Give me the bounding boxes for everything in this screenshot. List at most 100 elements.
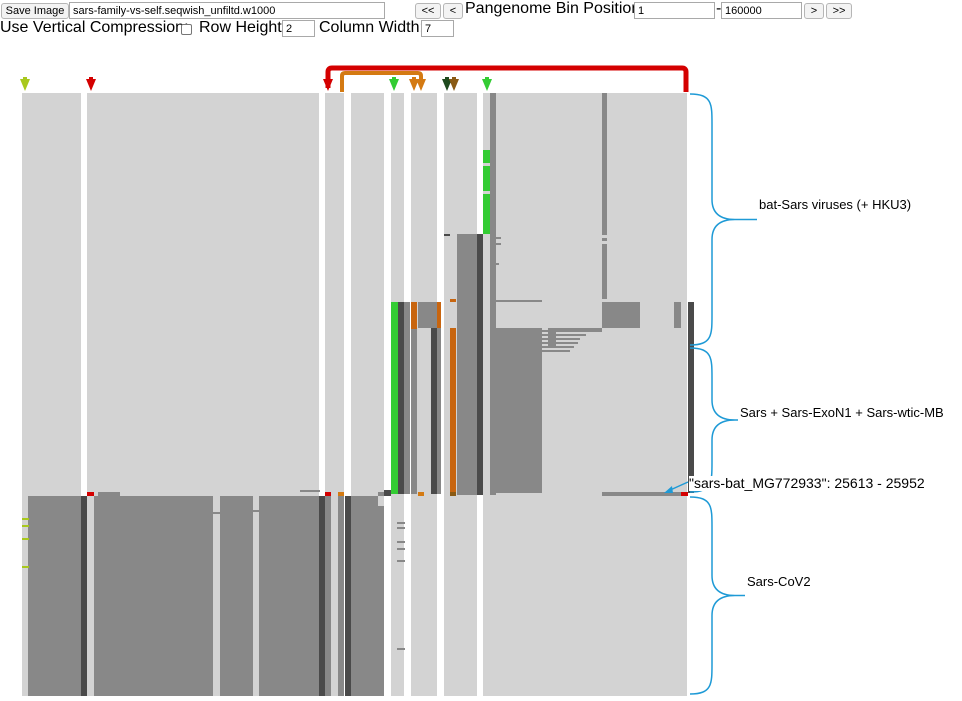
- highlight-cell: [450, 299, 456, 302]
- dataset-input[interactable]: [69, 2, 385, 19]
- group-label-bat-sars: bat-Sars viruses (+ HKU3): [759, 197, 912, 212]
- link-marker: [418, 492, 424, 496]
- matrix-cell: [345, 496, 351, 696]
- bin-end-input[interactable]: [721, 2, 802, 19]
- matrix-cell: [305, 496, 319, 696]
- highlight-cell: [22, 566, 29, 568]
- matrix-cell: [98, 492, 120, 496]
- matrix-cell: [94, 496, 213, 696]
- matrix-cell: [325, 496, 331, 696]
- matrix-cell: [384, 490, 391, 496]
- matrix-cell: [397, 548, 405, 550]
- matrix-cell: [418, 302, 424, 328]
- matrix-cell: [542, 342, 578, 344]
- group-label-sars-cov2: Sars-CoV2: [747, 574, 811, 589]
- matrix-cell: [378, 512, 384, 696]
- matrix-cell: [351, 496, 378, 696]
- link-arrow-red-stem: [89, 77, 93, 81]
- bin-position-label: Pangenome Bin Position:: [465, 0, 645, 17]
- highlight-cell: [22, 525, 29, 527]
- matrix-cells: [22, 93, 694, 696]
- matrix-cell: [397, 648, 405, 650]
- matrix-cell: [378, 506, 384, 512]
- link-marker: [87, 492, 94, 496]
- highlight-cell: [22, 538, 29, 540]
- matrix-cell: [404, 302, 410, 494]
- matrix-cell: [548, 328, 556, 348]
- column-width-input[interactable]: [421, 20, 454, 37]
- matrix-cell: [424, 302, 437, 328]
- link-marker: [681, 492, 688, 496]
- row-height-input[interactable]: [282, 20, 315, 37]
- matrix-cell: [556, 328, 602, 332]
- vertical-compression-checkbox[interactable]: [181, 24, 192, 35]
- matrix-cell: [300, 490, 320, 492]
- prev-page-button[interactable]: <: [443, 3, 463, 19]
- pangenome-matrix[interactable]: [0, 40, 962, 701]
- highlight-cell: [450, 328, 456, 492]
- last-page-button[interactable]: >>: [826, 3, 852, 19]
- link-arrow-green-stem: [485, 77, 489, 81]
- matrix-cell: [602, 235, 615, 238]
- matrix-cell: [28, 496, 81, 696]
- matrix-cell: [457, 234, 477, 495]
- matrix-cell: [398, 302, 404, 494]
- matrix-cell: [437, 302, 441, 494]
- hover-tooltip: "sars-bat_MG772933": 25613 - 25952: [689, 475, 925, 491]
- bin-start-input[interactable]: [634, 2, 715, 19]
- brace-bat-sars: [689, 93, 736, 346]
- matrix-cell: [602, 93, 607, 299]
- matrix-cell: [688, 302, 694, 493]
- link-arrow-orange-stem: [412, 77, 416, 81]
- matrix-cell: [491, 263, 499, 265]
- first-page-button[interactable]: <<: [415, 3, 441, 19]
- matrix-cell: [674, 302, 681, 328]
- link-marker: [325, 492, 331, 496]
- matrix-cell: [397, 560, 405, 562]
- matrix-cell: [411, 302, 417, 494]
- row-height-label: Row Height:: [199, 19, 287, 36]
- matrix-cell: [602, 241, 615, 244]
- matrix-cell: [397, 541, 405, 543]
- matrix-cell: [259, 496, 305, 696]
- brace-sars-cov2: [689, 496, 736, 695]
- matrix-cell: [220, 496, 253, 696]
- link-arrow-dark-green-stem: [445, 77, 449, 81]
- column-width-label: Column Width:: [319, 19, 424, 36]
- matrix-cell: [602, 302, 640, 328]
- highlight-cell: [411, 302, 417, 329]
- save-image-button[interactable]: Save Image: [1, 3, 69, 19]
- matrix-cell: [338, 496, 344, 696]
- link-marker: [450, 492, 456, 496]
- link-arrow-yellow-green-stem: [23, 77, 27, 81]
- matrix-cell: [483, 191, 490, 194]
- matrix-cell: [397, 522, 405, 524]
- highlight-cell: [391, 302, 398, 494]
- brace-sars: [689, 347, 736, 493]
- matrix-cell: [397, 527, 405, 529]
- vertical-compression-label: Use Vertical Compression:: [0, 19, 189, 36]
- highlight-cell: [437, 302, 441, 328]
- link-arc-orange: [340, 71, 423, 92]
- next-page-button[interactable]: >: [804, 3, 824, 19]
- matrix-cell: [213, 512, 220, 514]
- highlight-cell: [22, 518, 29, 520]
- matrix-cell: [542, 338, 580, 340]
- matrix-cell: [431, 328, 437, 494]
- matrix-cell: [496, 300, 542, 302]
- link-arrow-green-stem: [392, 77, 396, 81]
- matrix-cell: [491, 237, 501, 239]
- link-marker: [338, 492, 344, 496]
- matrix-cell: [253, 510, 259, 512]
- link-arrow-brown-stem: [452, 77, 456, 81]
- matrix-cell: [378, 492, 384, 496]
- matrix-cell: [491, 243, 501, 245]
- matrix-cell: [319, 496, 325, 696]
- matrix-cell: [542, 346, 574, 348]
- matrix-cell: [81, 496, 87, 696]
- matrix-cell: [491, 328, 542, 493]
- matrix-cell: [477, 234, 483, 495]
- matrix-cell: [483, 163, 490, 166]
- group-label-sars: Sars + Sars-ExoN1 + Sars-wtic-MB: [740, 405, 944, 420]
- matrix-cell: [444, 234, 450, 236]
